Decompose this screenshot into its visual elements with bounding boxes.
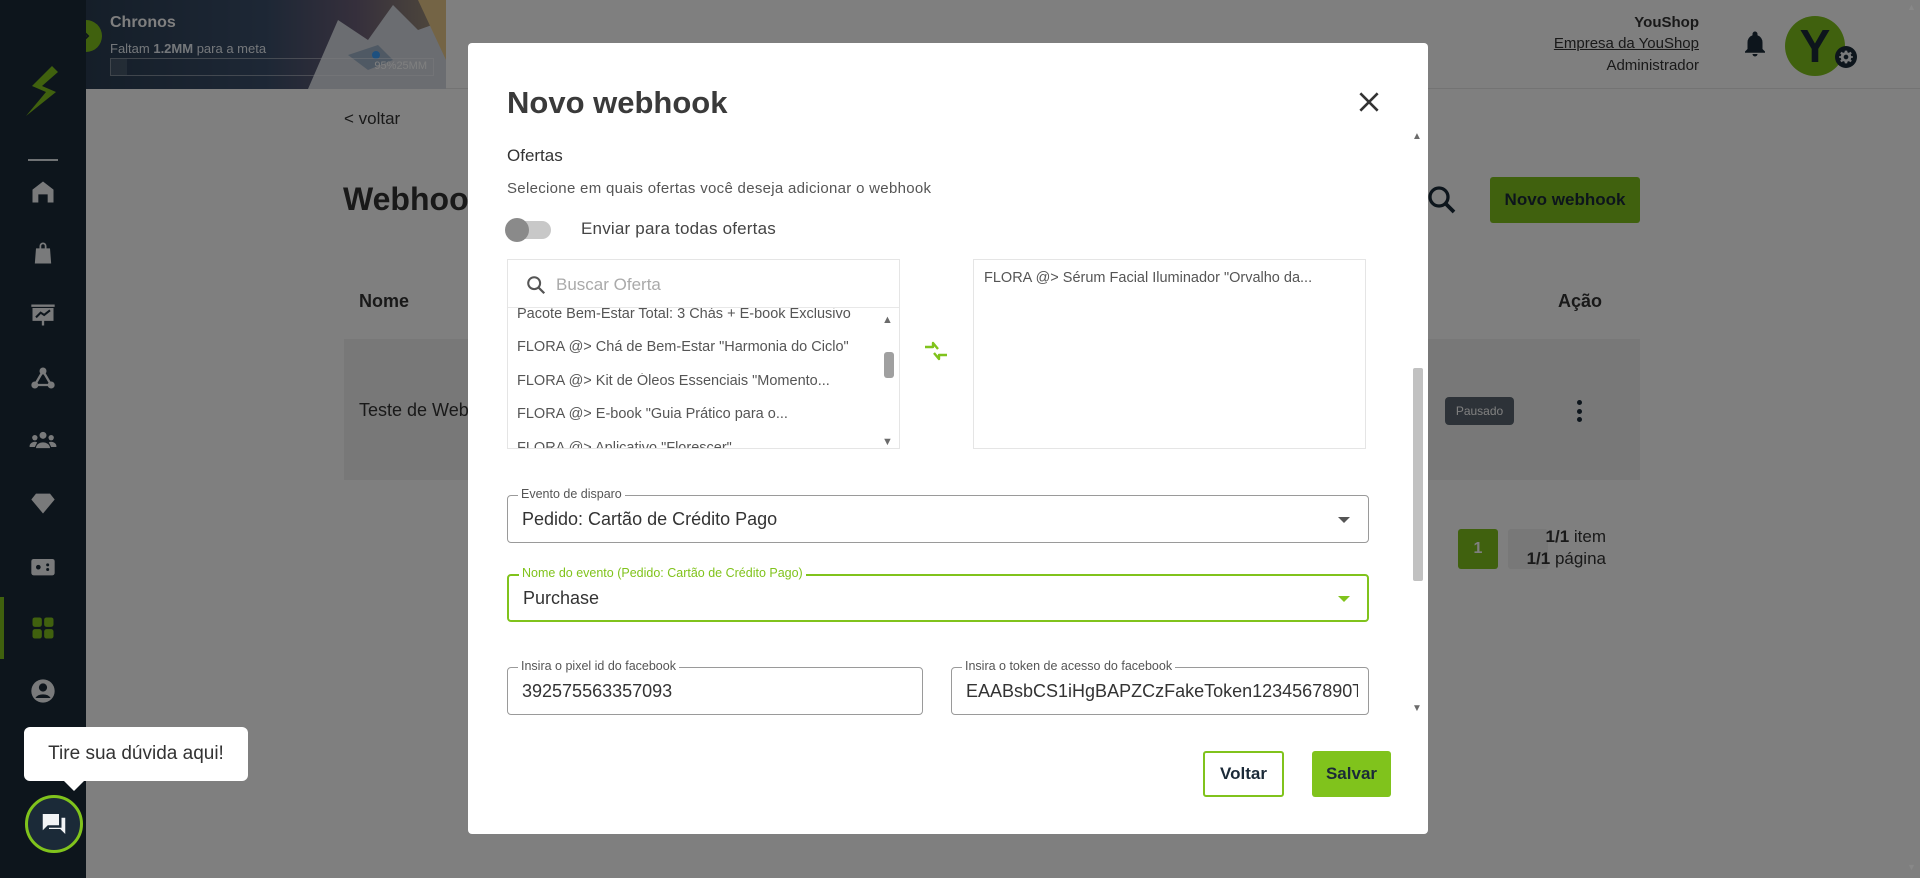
selected-offers-list: FLORA @> Sérum Facial Iluminador "Orvalh…	[973, 259, 1366, 449]
modal-title: Novo webhook	[507, 85, 728, 120]
list-item[interactable]: FLORA @> E-book "Guia Prático para o...	[517, 406, 872, 422]
pixel-id-field[interactable]: Insira o pixel id do facebook 3925755633…	[507, 659, 923, 715]
back-button[interactable]: Voltar	[1203, 751, 1284, 797]
trigger-event-value: Pedido: Cartão de Crédito Pago	[522, 509, 778, 529]
access-token-field[interactable]: Insira o token de acesso do facebook EAA…	[951, 659, 1369, 715]
save-button[interactable]: Salvar	[1312, 751, 1391, 797]
new-webhook-modal: Novo webhook ▲ ▼ Ofertas Selecione em qu…	[468, 43, 1428, 834]
list-scrollbar-thumb[interactable]	[884, 352, 894, 378]
chevron-down-icon	[1338, 596, 1350, 602]
list-item[interactable]: FLORA @> Sérum Facial Iluminador "Orvalh…	[984, 270, 1354, 286]
list-scroll-down-arrow[interactable]: ▼	[882, 436, 893, 448]
available-offers-list: Pacote Bem-Estar Total: 3 Chás + E-book …	[507, 259, 900, 449]
chevron-down-icon	[1338, 517, 1350, 523]
transfer-arrows-icon[interactable]	[922, 337, 950, 365]
send-all-offers-label: Enviar para todas ofertas	[581, 219, 776, 238]
modal-scrollbar-thumb[interactable]	[1413, 368, 1423, 581]
offers-description: Selecione em quais ofertas você deseja a…	[507, 180, 932, 197]
trigger-event-label: Evento de disparo	[518, 487, 625, 501]
pixel-id-label: Insira o pixel id do facebook	[518, 659, 679, 673]
access-token-value: EAABsbCS1iHgBAPZCzFakeToken1234567890Tes	[966, 681, 1358, 701]
modal-scroll-down-arrow[interactable]: ▼	[1412, 703, 1422, 714]
event-name-label: Nome do evento (Pedido: Cartão de Crédit…	[519, 566, 806, 580]
chat-bubble-icon	[42, 814, 66, 834]
modal-scroll-up-arrow[interactable]: ▲	[1412, 131, 1422, 142]
search-icon	[527, 276, 546, 295]
event-name-select[interactable]: Nome do evento (Pedido: Cartão de Crédit…	[507, 566, 1369, 622]
list-item[interactable]: FLORA @> Aplicativo "Florescer"	[517, 440, 872, 448]
page-scroll-up-arrow[interactable]: ▲	[1907, 2, 1917, 12]
pixel-id-value: 392575563357093	[522, 681, 673, 701]
help-chat-button[interactable]	[25, 795, 83, 853]
send-all-offers-toggle[interactable]	[505, 218, 551, 242]
offer-options: Pacote Bem-Estar Total: 3 Chás + E-book …	[508, 308, 878, 448]
offer-search-input[interactable]	[556, 270, 876, 300]
list-item[interactable]: FLORA @> Kit de Óleos Essenciais "Moment…	[517, 373, 872, 389]
list-scroll-up-arrow[interactable]: ▲	[882, 314, 893, 326]
offers-section-title: Ofertas	[507, 146, 563, 165]
page-scroll-down-arrow[interactable]: ▼	[1907, 862, 1917, 872]
access-token-label: Insira o token de acesso do facebook	[962, 659, 1176, 673]
list-item[interactable]: Pacote Bem-Estar Total: 3 Chás + E-book …	[517, 308, 872, 322]
help-tooltip: Tire sua dúvida aqui!	[24, 727, 248, 791]
list-item[interactable]: FLORA @> Chá de Bem-Estar "Harmonia do C…	[517, 339, 872, 355]
trigger-event-select[interactable]: Evento de disparo Pedido: Cartão de Créd…	[507, 487, 1369, 543]
event-name-value: Purchase	[523, 588, 600, 608]
close-icon[interactable]	[1356, 89, 1382, 115]
